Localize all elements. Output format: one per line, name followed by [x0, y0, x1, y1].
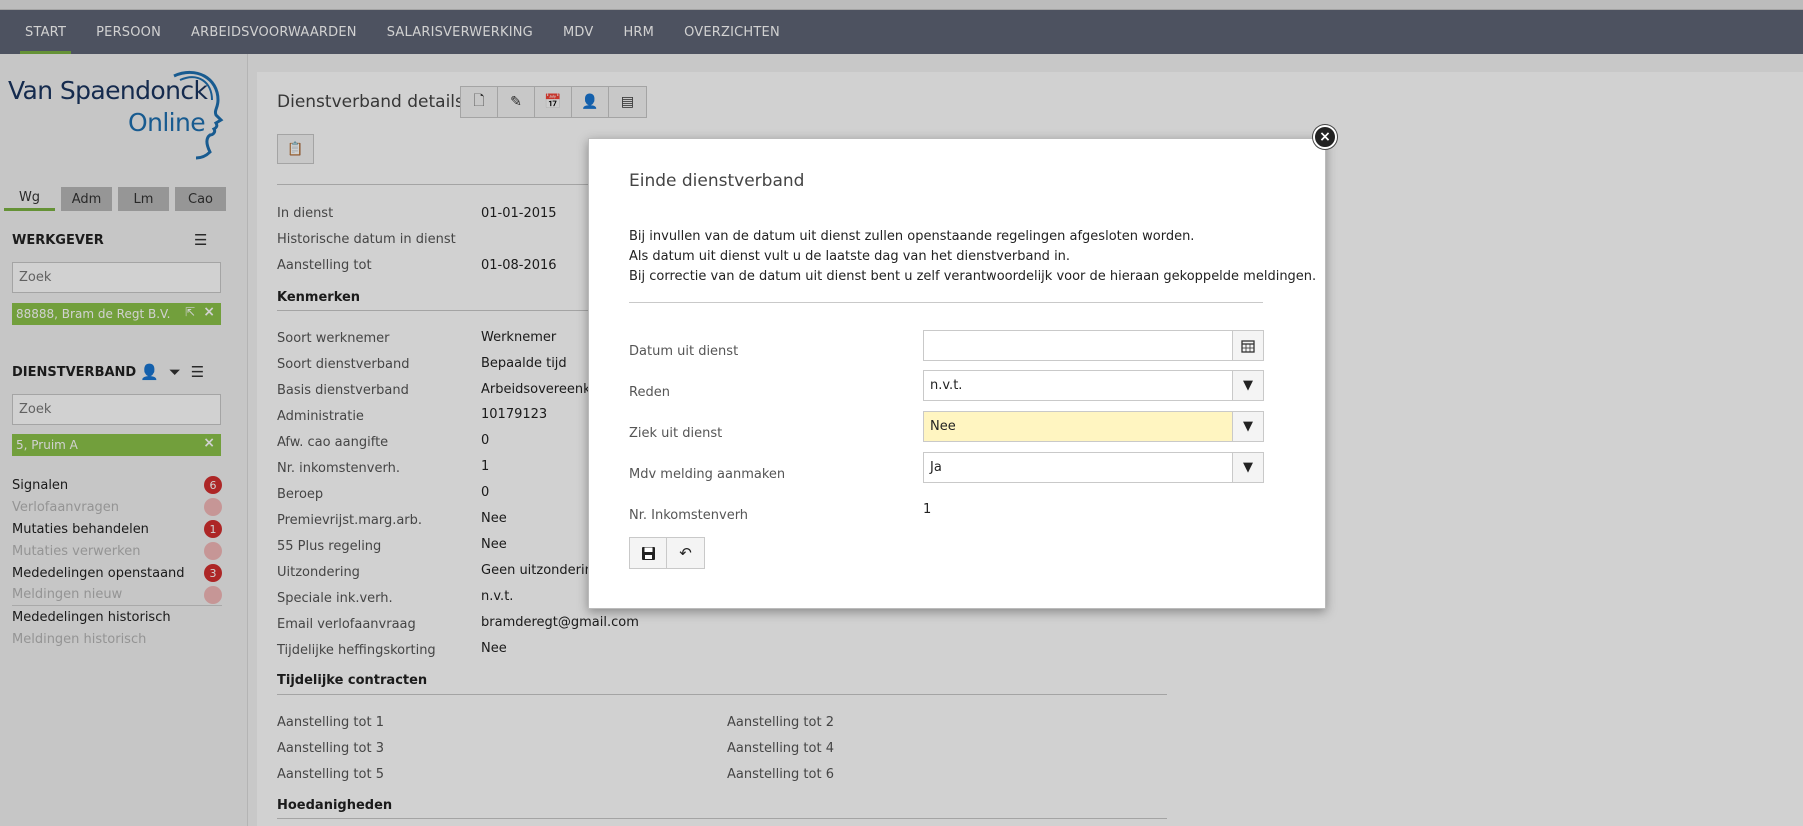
ziek-uit-dienst-select[interactable]: Nee ▼ [923, 411, 1264, 442]
caret-down-icon: ▼ [1243, 378, 1253, 393]
close-icon: × [1319, 129, 1331, 145]
mdv-dropdown-button[interactable]: ▼ [1232, 453, 1263, 482]
divider [629, 302, 1263, 303]
caret-down-icon: ▼ [1243, 460, 1253, 475]
einde-dienstverband-dialog: Einde dienstverband Bij invullen van de … [588, 138, 1326, 609]
save-icon [641, 546, 655, 560]
dialog-text-line: Als datum uit dienst vult u de laatste d… [629, 249, 1071, 264]
dialog-description: Bij invullen van de datum uit dienst zul… [629, 227, 1316, 287]
datum-uit-dienst-label: Datum uit dienst [629, 344, 739, 359]
dialog-text-line: Bij invullen van de datum uit dienst zul… [629, 229, 1195, 244]
ziek-uit-dienst-label: Ziek uit dienst [629, 426, 723, 441]
ziek-dropdown-button[interactable]: ▼ [1232, 412, 1263, 441]
nr-inkomstenverh-label: Nr. Inkomstenverh [629, 508, 749, 523]
reden-select[interactable]: n.v.t. ▼ [923, 370, 1264, 401]
undo-button[interactable]: ↶ [667, 538, 704, 568]
ziek-uit-dienst-selected-value: Nee [930, 419, 956, 434]
mdv-melding-selected-value: Ja [930, 460, 942, 475]
mdv-melding-select[interactable]: Ja ▼ [923, 452, 1264, 483]
reden-dropdown-button[interactable]: ▼ [1232, 371, 1263, 400]
datum-uit-dienst-input[interactable] [923, 330, 1264, 361]
calendar-picker-button[interactable] [1232, 331, 1263, 360]
save-button[interactable] [630, 538, 667, 568]
dialog-title: Einde dienstverband [629, 171, 805, 191]
dialog-text-line: Bij correctie van de datum uit dienst be… [629, 269, 1317, 284]
close-dialog-button[interactable]: × [1313, 125, 1337, 149]
reden-label: Reden [629, 385, 670, 400]
mdv-melding-label: Mdv melding aanmaken [629, 467, 786, 482]
reden-selected-value: n.v.t. [930, 378, 963, 393]
calendar-icon [1241, 339, 1255, 353]
undo-icon: ↶ [679, 544, 692, 562]
dialog-actions: ↶ [629, 537, 705, 569]
caret-down-icon: ▼ [1243, 419, 1253, 434]
nr-inkomstenverh-value: 1 [923, 502, 932, 517]
